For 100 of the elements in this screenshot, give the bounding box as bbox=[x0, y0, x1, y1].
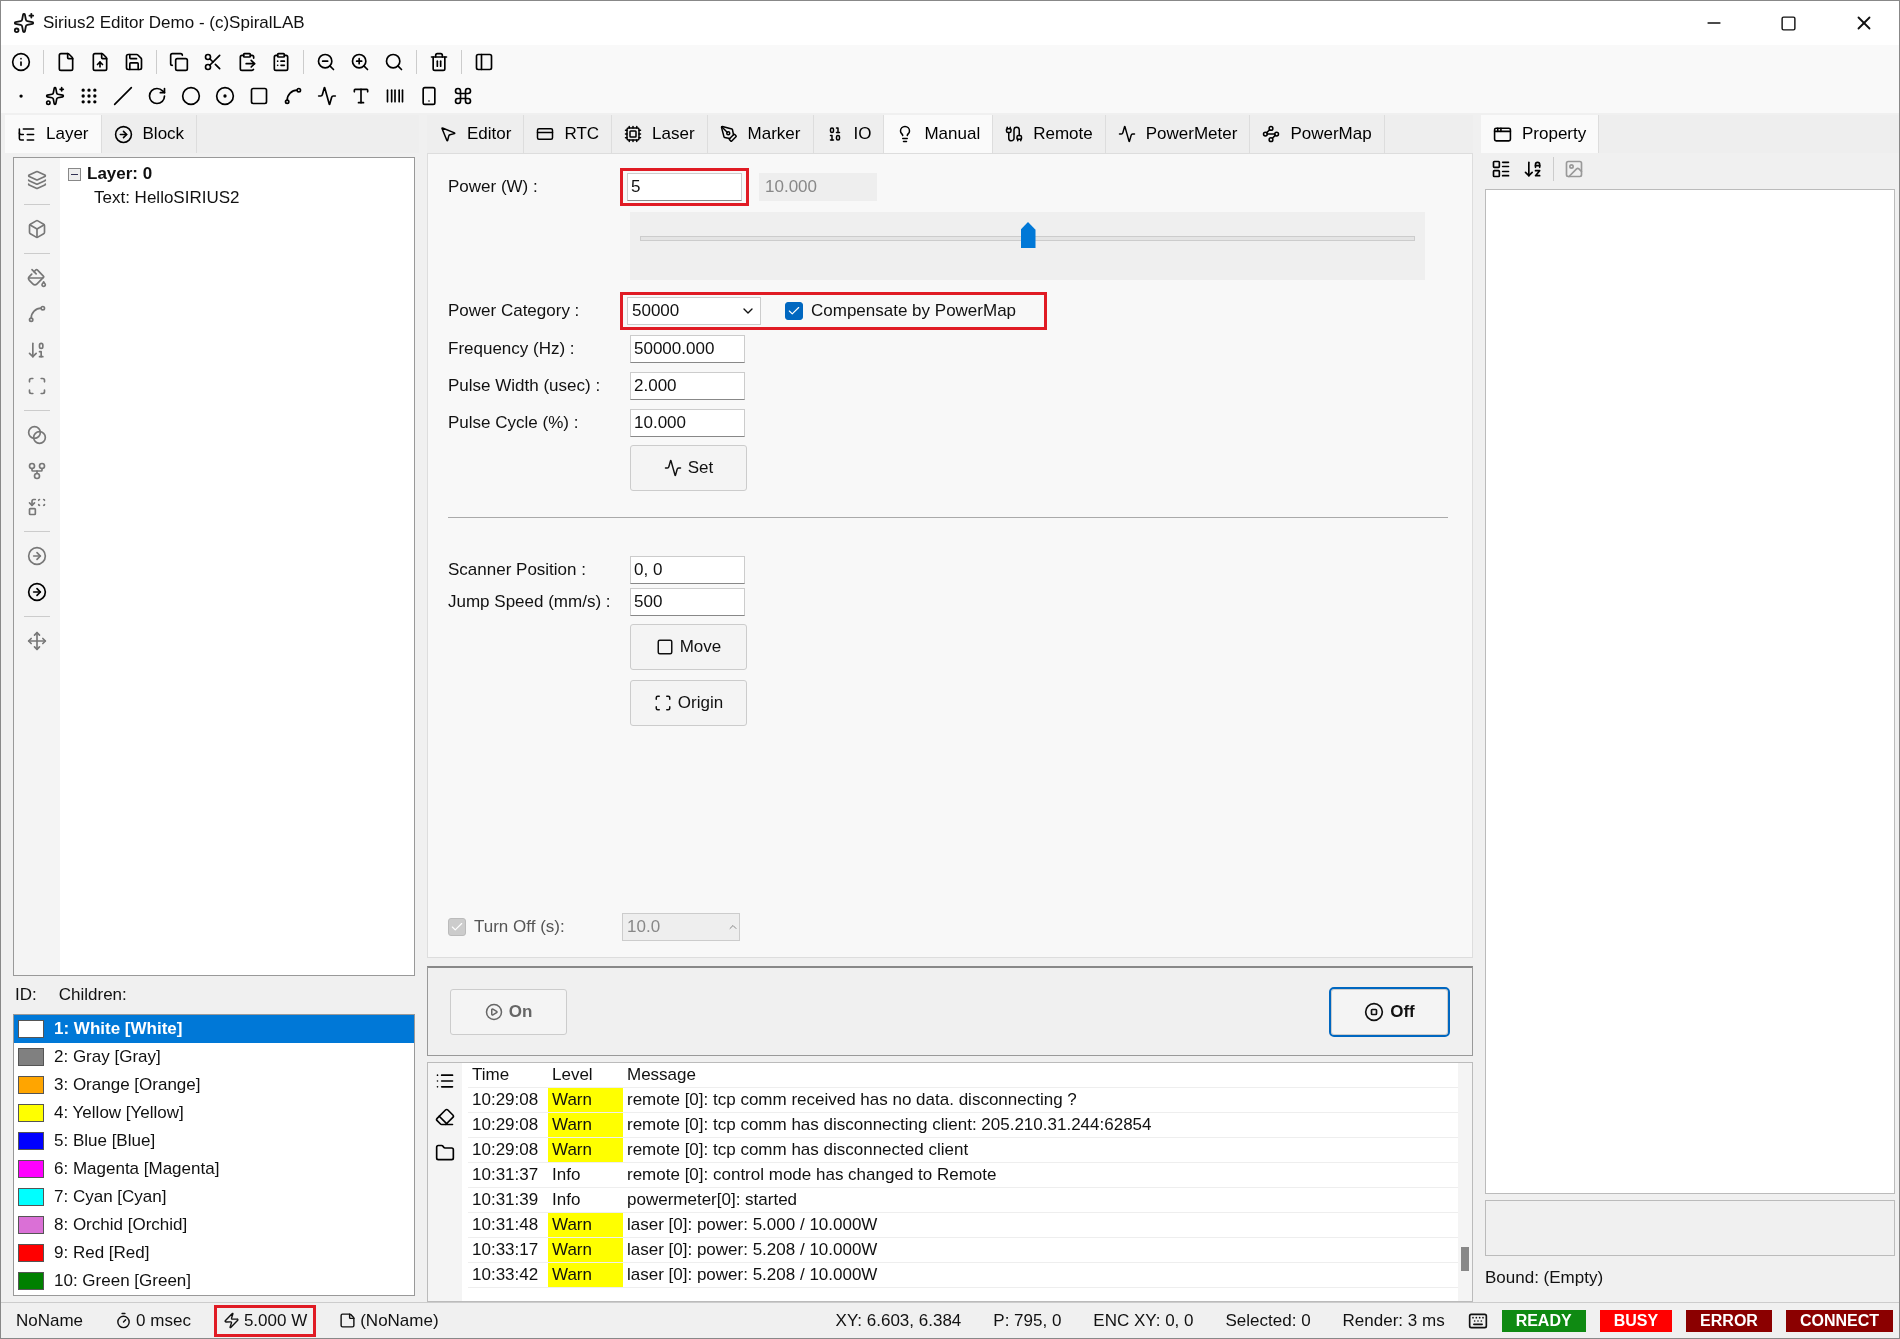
pen-list-item[interactable]: 3: Orange [Orange] bbox=[14, 1071, 414, 1099]
maximize-icon[interactable] bbox=[1780, 14, 1797, 32]
lightning-icon bbox=[222, 1312, 240, 1329]
cable-icon bbox=[1005, 125, 1024, 143]
table-cell: laser [0]: power: 5.000 / 10.000W bbox=[623, 1213, 1458, 1238]
table-cell: remote [0]: tcp comm has disconnecting client: 205.210.31.244:62854 bbox=[623, 1113, 1458, 1138]
pen-list-item[interactable]: 8: Orchid [Orchid] bbox=[14, 1211, 414, 1239]
chip-icon bbox=[624, 125, 643, 143]
circle-icon[interactable] bbox=[179, 84, 203, 108]
tree-item[interactable]: Text: HelloSIRIUS2 bbox=[94, 188, 240, 208]
line-icon[interactable] bbox=[111, 84, 135, 108]
blend-icon[interactable] bbox=[25, 423, 49, 447]
app-logo-icon bbox=[13, 12, 35, 34]
checkbox-box bbox=[448, 918, 466, 936]
pen-list-item[interactable]: 5: Blue [Blue] bbox=[14, 1127, 414, 1155]
move-button[interactable]: Move bbox=[630, 624, 747, 670]
scan-icon bbox=[653, 694, 672, 712]
input-field[interactable]: 50000.000 bbox=[630, 334, 745, 363]
category-dropdown[interactable]: 50000 bbox=[627, 297, 761, 325]
copy-icon[interactable] bbox=[167, 50, 191, 74]
status-text: 5.000 W bbox=[243, 1310, 308, 1331]
pulse-icon bbox=[663, 459, 682, 477]
tab[interactable]: Manual bbox=[884, 115, 994, 153]
window-icon bbox=[1493, 124, 1512, 144]
nodes-icon bbox=[1262, 125, 1281, 143]
status-text: NoName bbox=[16, 1310, 84, 1331]
input-field[interactable]: 2.000 bbox=[630, 371, 745, 400]
window-title: Sirius2 Editor Demo - (c)SpiralLAB bbox=[43, 13, 306, 33]
field-label: Jump Speed (mm/s) : bbox=[448, 592, 612, 612]
column-header: ID: bbox=[15, 985, 37, 1005]
panel-tab[interactable]: Property bbox=[1481, 115, 1600, 153]
status-text: 0 msec bbox=[136, 1310, 191, 1331]
power-input[interactable]: 5 bbox=[627, 173, 742, 201]
status-indicator: CONNECT bbox=[1785, 1309, 1893, 1332]
document-icon bbox=[339, 1312, 357, 1329]
pointer-icon bbox=[439, 125, 457, 143]
table-cell: 10:31:39 bbox=[468, 1188, 548, 1213]
table-cell: remote [0]: tcp comm received has no data. disconnecting ? bbox=[623, 1088, 1458, 1113]
bound-text: Bound: (Empty) bbox=[1484, 1267, 1605, 1289]
table-cell: remote [0]: tcp comm has disconnected client bbox=[623, 1138, 1458, 1163]
pen-list-item[interactable]: 1: White [White] bbox=[14, 1015, 414, 1043]
tree-item[interactable]: Layer: 0 bbox=[87, 164, 153, 184]
status-text: (NoName) bbox=[360, 1310, 439, 1331]
status-item: Selected: 0 bbox=[1224, 1309, 1312, 1332]
enter-icon[interactable] bbox=[25, 580, 49, 604]
turn-off-checkbox: Turn Off (s): bbox=[448, 917, 598, 937]
pen-list-item[interactable]: 2: Gray [Gray] bbox=[14, 1043, 414, 1071]
stop-icon bbox=[1364, 1001, 1385, 1022]
arrow-circle-icon bbox=[113, 124, 133, 144]
collapse-toggle[interactable] bbox=[68, 167, 81, 181]
table-cell: Warn bbox=[548, 1263, 623, 1288]
input-field[interactable]: 0, 0 bbox=[630, 556, 745, 584]
info-icon[interactable] bbox=[9, 50, 33, 74]
compensate-checkbox[interactable]: Compensate by PowerMap bbox=[785, 301, 1017, 321]
field-label: Power Category : bbox=[448, 301, 581, 321]
field-label: Pulse Cycle (%) : bbox=[448, 412, 580, 433]
table-cell: Warn bbox=[548, 1113, 623, 1138]
status-item: P: 795, 0 bbox=[992, 1309, 1063, 1332]
pen-list-item[interactable]: 7: Cyan [Cyan] bbox=[14, 1183, 414, 1211]
column-header: Message bbox=[623, 1063, 1458, 1088]
table-cell: Warn bbox=[548, 1138, 623, 1163]
off-button[interactable]: Off bbox=[1331, 988, 1448, 1035]
table-cell: powermeter[0]: started bbox=[623, 1188, 1458, 1213]
layers-icon[interactable] bbox=[25, 168, 49, 192]
panel-tab[interactable]: Layer bbox=[5, 115, 102, 153]
scrollbar-thumb[interactable] bbox=[1461, 1247, 1469, 1271]
pen-list-item[interactable]: 9: Red [Red] bbox=[14, 1239, 414, 1267]
field-label: Pulse Width (usec) : bbox=[448, 375, 602, 396]
pen-list-item[interactable]: 10: Green [Green] bbox=[14, 1267, 414, 1295]
status-item: ENC XY: 0, 0 bbox=[1092, 1309, 1195, 1332]
status-indicator: READY bbox=[1501, 1309, 1586, 1332]
column-header: Children: bbox=[58, 985, 127, 1005]
status-item: Render: 3 ms bbox=[1341, 1309, 1446, 1332]
paint-bucket-icon[interactable] bbox=[25, 266, 49, 290]
input-field[interactable]: 10.000 bbox=[630, 408, 745, 437]
timer-icon bbox=[115, 1312, 133, 1329]
table-cell: Warn bbox=[548, 1238, 623, 1263]
checkbox-box bbox=[785, 302, 803, 320]
pen-icon bbox=[719, 125, 738, 143]
input-field[interactable]: 500 bbox=[630, 588, 745, 616]
play-icon bbox=[484, 1002, 503, 1021]
status-indicator: BUSY bbox=[1599, 1309, 1673, 1332]
slider-thumb[interactable] bbox=[1020, 222, 1036, 248]
pen-list-item[interactable]: 6: Magenta [Magenta] bbox=[14, 1155, 414, 1183]
circle-dot-icon[interactable] bbox=[213, 84, 237, 108]
table-cell: Warn bbox=[548, 1088, 623, 1113]
status-indicator: ERROR bbox=[1686, 1309, 1772, 1332]
field-label: Power (W) : bbox=[448, 177, 539, 197]
chart-line-icon bbox=[1117, 125, 1136, 143]
pen-list-item[interactable]: 4: Yellow [Yellow] bbox=[14, 1099, 414, 1127]
set-button[interactable]: Set bbox=[630, 445, 747, 491]
column-header: Time bbox=[468, 1063, 548, 1088]
origin-button[interactable]: Origin bbox=[630, 680, 747, 726]
table-cell: laser [0]: power: 5.208 / 10.000W bbox=[623, 1238, 1458, 1263]
move-icon[interactable] bbox=[25, 629, 49, 653]
table-cell: 10:31:37 bbox=[468, 1163, 548, 1188]
square-icon bbox=[655, 638, 674, 656]
max-power-field: 10.000 bbox=[759, 173, 877, 201]
table-cell: Warn bbox=[548, 1213, 623, 1238]
power-slider[interactable] bbox=[630, 212, 1425, 280]
